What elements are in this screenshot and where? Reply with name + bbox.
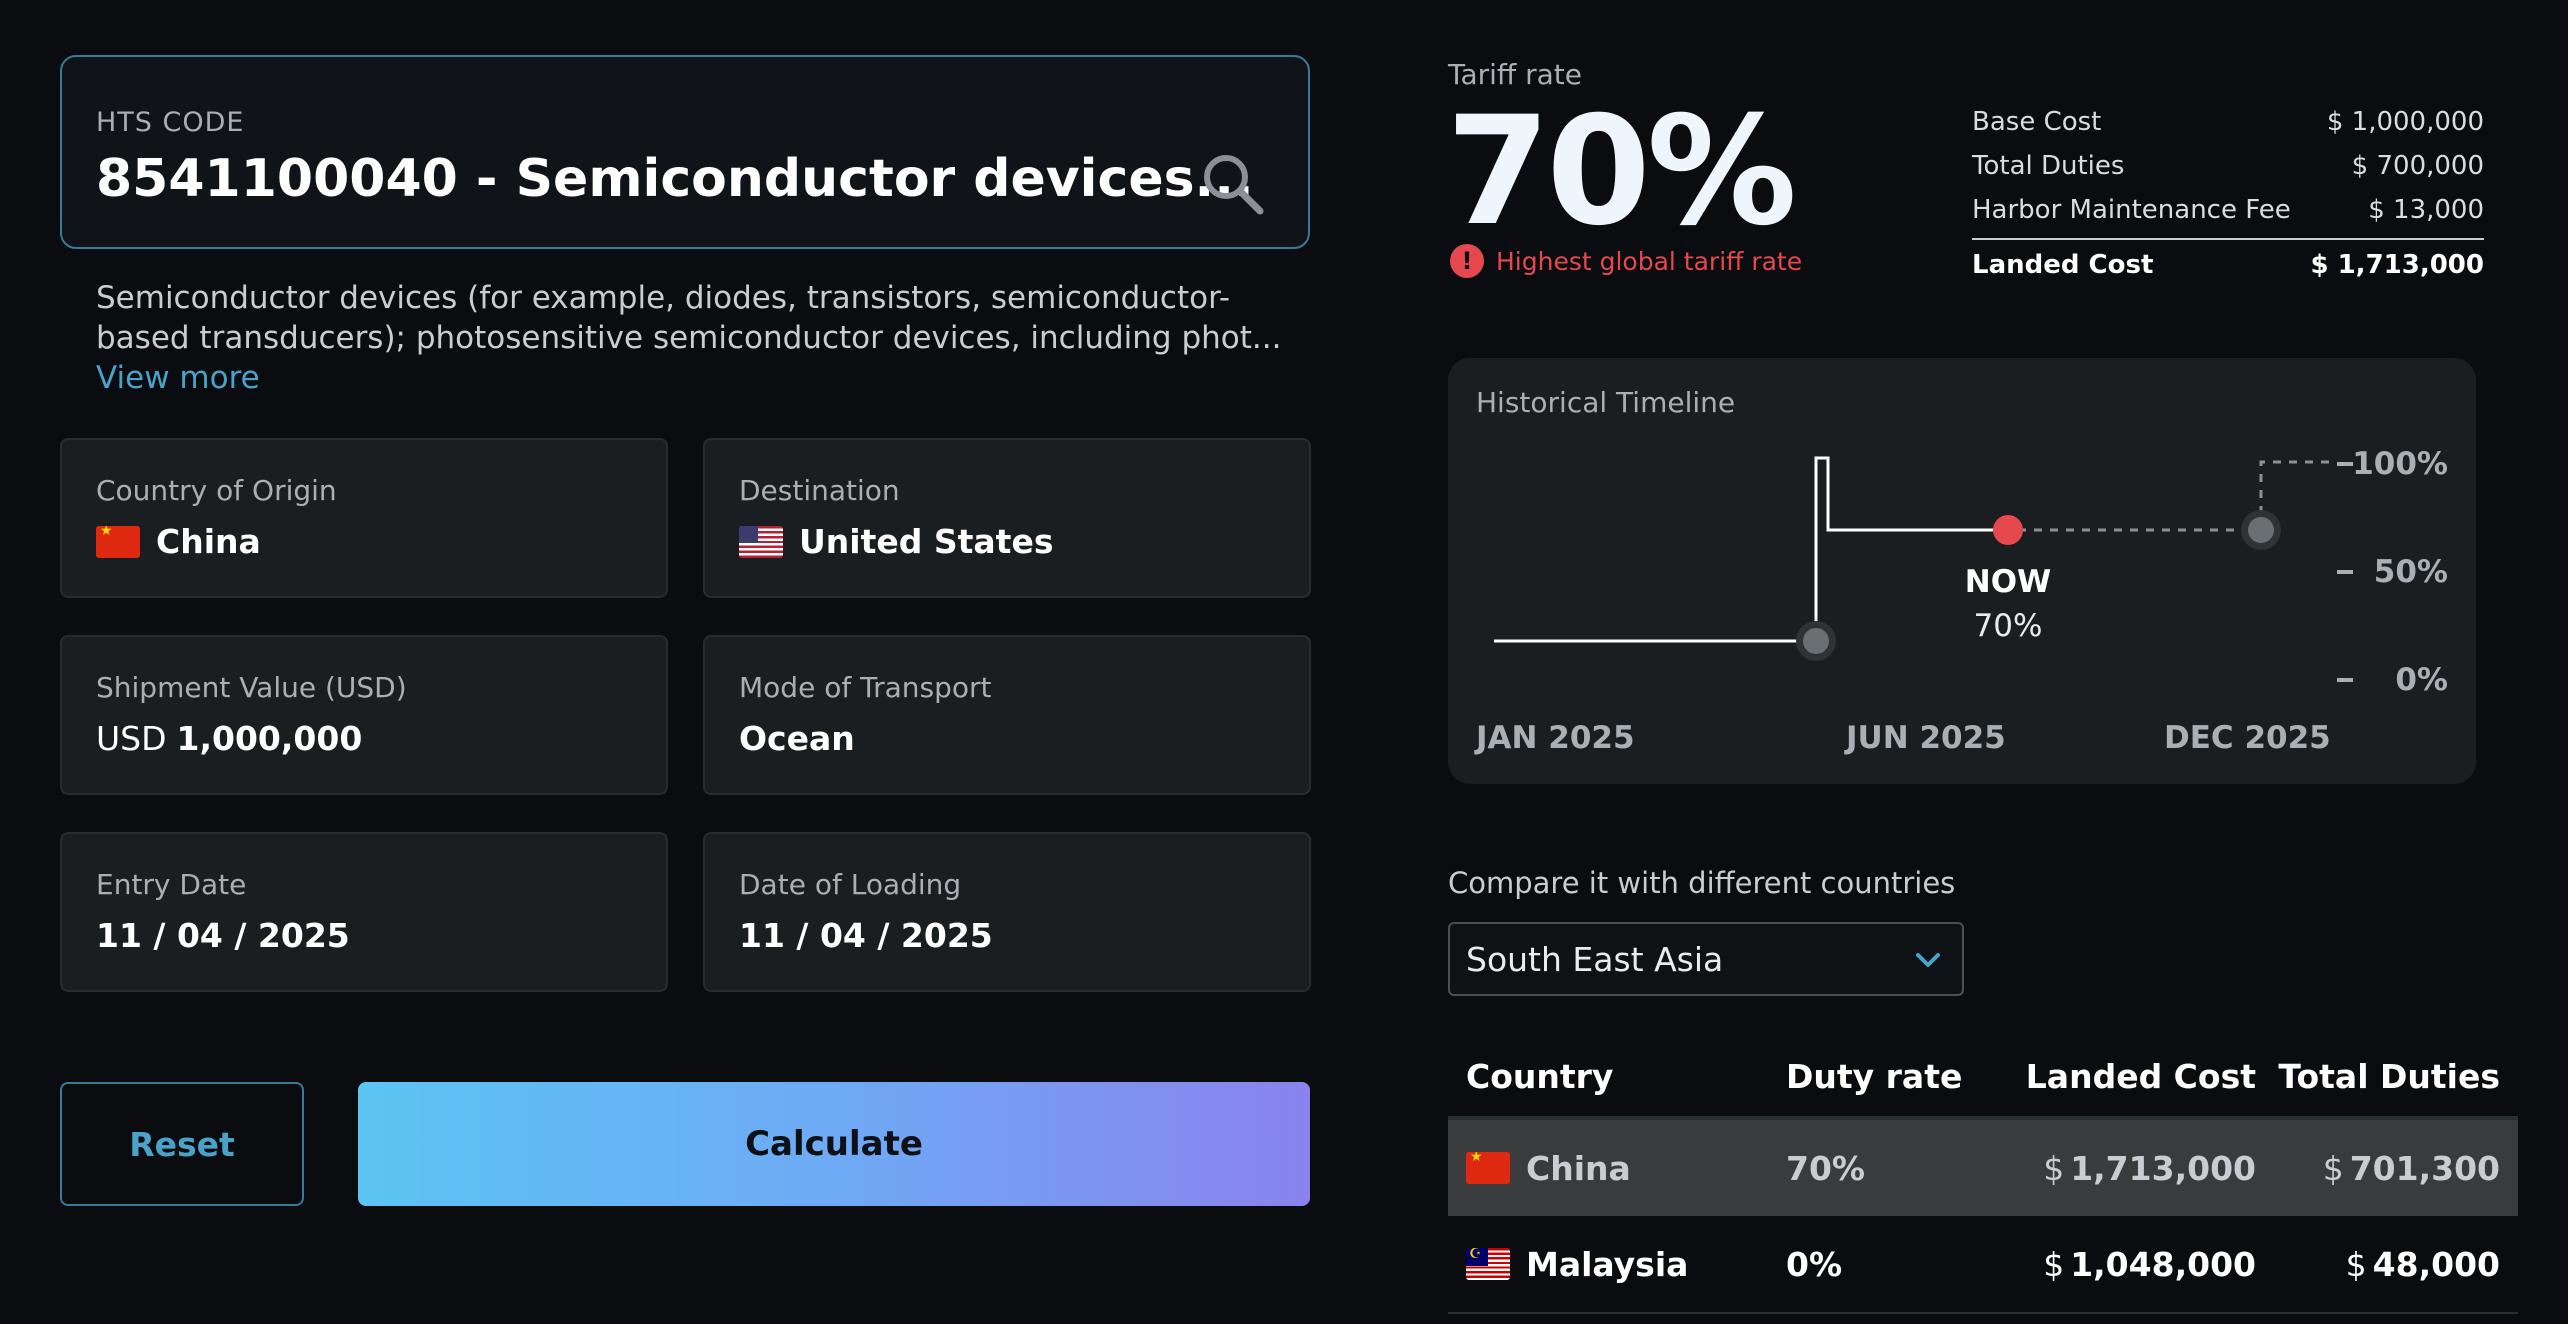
tariff-warning: ! Highest global tariff rate xyxy=(1450,244,1802,278)
row-landed: $1,713,000 xyxy=(2006,1149,2256,1188)
hts-code-value[interactable]: 8541100040 - Semiconductor devices... xyxy=(96,149,1254,209)
row-rate: 70% xyxy=(1786,1148,1865,1188)
cn-flag-icon xyxy=(96,525,140,558)
row-duties: $701,300 xyxy=(2256,1149,2518,1188)
y-tick-50: 50% xyxy=(2374,554,2448,590)
field-label: Shipment Value (USD) xyxy=(96,671,407,704)
row-duties: $48,000 xyxy=(2256,1245,2518,1284)
cost-row-landed: Landed Cost $ 1,713,000 xyxy=(1972,238,2484,290)
currency-symbol: $ xyxy=(2322,1148,2344,1188)
now-label: NOW xyxy=(1965,564,2052,600)
cost-value: $ 1,000,000 xyxy=(2326,107,2484,137)
cost-summary: Base Cost $ 1,000,000 Total Duties $ 700… xyxy=(1972,100,2484,290)
cost-value: $ 13,000 xyxy=(2368,195,2484,225)
timeline-point-now xyxy=(1993,515,2023,545)
calculate-button[interactable]: Calculate xyxy=(358,1082,1310,1206)
cost-label: Harbor Maintenance Fee xyxy=(1972,195,2291,225)
cost-row-duties: Total Duties $ 700,000 xyxy=(1972,144,2484,188)
field-label: Mode of Transport xyxy=(739,671,992,704)
now-value: 70% xyxy=(1974,608,2043,644)
field-value: United States xyxy=(799,522,1054,561)
field-label: Date of Loading xyxy=(739,868,962,901)
compare-label: Compare it with different countries xyxy=(1448,866,1956,900)
header-duty-rate[interactable]: Duty rate xyxy=(1786,1057,2006,1096)
tariff-warning-text: Highest global tariff rate xyxy=(1496,246,1803,276)
row-landed-value: 1,713,000 xyxy=(2070,1148,2256,1188)
view-more-link[interactable]: View more xyxy=(96,360,260,396)
region-select[interactable]: South East Asia xyxy=(1448,922,1964,996)
cost-row-base: Base Cost $ 1,000,000 xyxy=(1972,100,2484,144)
cost-row-harbor: Harbor Maintenance Fee $ 13,000 xyxy=(1972,188,2484,232)
hts-code-field[interactable]: HTS CODE 8541100040 - Semiconductor devi… xyxy=(60,55,1310,249)
timeline-line xyxy=(1494,456,2002,643)
y-tick-100: 100% xyxy=(2352,446,2448,482)
hts-code-label: HTS CODE xyxy=(96,107,245,138)
field-value: 11 / 04 / 2025 xyxy=(739,916,993,955)
field-value: 11 / 04 / 2025 xyxy=(96,916,350,955)
currency-symbol: $ xyxy=(2043,1244,2065,1284)
field-label: Entry Date xyxy=(96,868,247,901)
y-tick-0: 0% xyxy=(2395,662,2448,698)
header-country[interactable]: Country xyxy=(1448,1057,1786,1096)
field-value: 1,000,000 xyxy=(176,719,363,758)
row-landed-value: 1,048,000 xyxy=(2070,1244,2256,1284)
alert-icon: ! xyxy=(1450,244,1484,278)
us-flag-icon xyxy=(739,525,783,558)
field-value: China xyxy=(156,522,261,561)
row-duties-value: 48,000 xyxy=(2372,1244,2500,1284)
currency-symbol: $ xyxy=(2345,1244,2367,1284)
my-flag-icon xyxy=(1466,1248,1510,1280)
shipment-value-field[interactable]: Shipment Value (USD) USD 1,000,000 xyxy=(60,635,668,795)
chevron-down-icon xyxy=(1916,953,1940,967)
header-total-duties[interactable]: Total Duties xyxy=(2256,1057,2518,1096)
x-tick-dec: DEC 2025 xyxy=(2164,720,2331,756)
field-label: Destination xyxy=(739,474,900,507)
currency-code: USD xyxy=(96,719,167,758)
reset-button[interactable]: Reset xyxy=(60,1082,304,1206)
hts-description-text: Semiconductor devices (for example, diod… xyxy=(96,280,1282,356)
cost-value: $ 700,000 xyxy=(2351,151,2484,181)
row-duties-value: 701,300 xyxy=(2349,1148,2500,1188)
cost-label: Total Duties xyxy=(1972,151,2125,181)
tariff-rate-value: 70% xyxy=(1446,85,1797,259)
field-value: Ocean xyxy=(739,719,855,758)
country-of-origin-field[interactable]: Country of Origin China xyxy=(60,438,668,598)
compare-table: Country Duty rate Landed Cost Total Duti… xyxy=(1448,1036,2518,1314)
mode-of-transport-field[interactable]: Mode of Transport Ocean xyxy=(703,635,1311,795)
x-tick-jan: JAN 2025 xyxy=(1474,720,1635,756)
landed-cost-value: $ 1,713,000 xyxy=(2310,250,2484,280)
cn-flag-icon xyxy=(1466,1152,1510,1184)
row-rate: 0% xyxy=(1786,1244,1843,1284)
currency-symbol: $ xyxy=(2043,1148,2065,1188)
destination-field[interactable]: Destination United States xyxy=(703,438,1311,598)
region-select-value: South East Asia xyxy=(1466,939,1724,979)
search-icon[interactable] xyxy=(1198,149,1268,219)
historical-timeline: Historical Timeline 100% 50% 0% JAN 2025… xyxy=(1448,358,2476,784)
header-landed-cost[interactable]: Landed Cost xyxy=(2006,1057,2256,1096)
hts-description: Semiconductor devices (for example, diod… xyxy=(96,278,1296,398)
row-landed: $1,048,000 xyxy=(2006,1245,2256,1284)
field-label: Country of Origin xyxy=(96,474,337,507)
landed-cost-label: Landed Cost xyxy=(1972,250,2154,280)
row-country: China xyxy=(1526,1148,1631,1188)
date-of-loading-field[interactable]: Date of Loading 11 / 04 / 2025 xyxy=(703,832,1311,992)
table-row[interactable]: Malaysia 0% $1,048,000 $48,000 xyxy=(1448,1216,2518,1314)
cost-label: Base Cost xyxy=(1972,107,2102,137)
row-country: Malaysia xyxy=(1526,1244,1689,1284)
table-row[interactable]: China 70% $1,713,000 $701,300 xyxy=(1448,1120,2518,1216)
x-tick-jun: JUN 2025 xyxy=(1844,720,2006,756)
entry-date-field[interactable]: Entry Date 11 / 04 / 2025 xyxy=(60,832,668,992)
compare-table-header: Country Duty rate Landed Cost Total Duti… xyxy=(1448,1036,2518,1120)
timeline-chart: 100% 50% 0% JAN 2025 JUN 2025 DEC 2025 N… xyxy=(1474,446,2448,756)
